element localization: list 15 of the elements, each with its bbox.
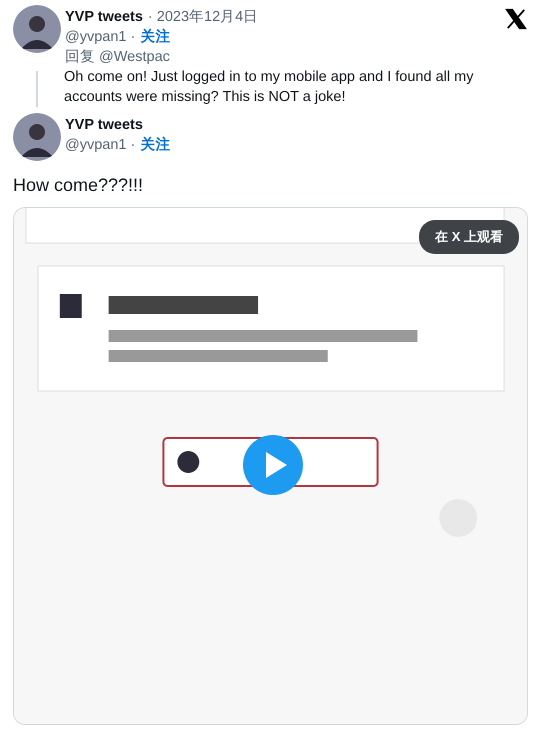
user-handle[interactable]: @yvpan1 ·	[65, 135, 136, 155]
avatar[interactable]	[13, 113, 61, 161]
tweet-text: How come???!!!	[12, 174, 144, 197]
x-logo-icon[interactable]	[505, 8, 527, 30]
tweet-text: Oh come on! Just logged in to my mobile app and I found all my accounts were missing? This is NOT a joke!	[64, 68, 474, 107]
play-button-icon[interactable]	[243, 435, 303, 495]
follow-link[interactable]: 关注	[140, 27, 170, 47]
author-name[interactable]: YVP tweets	[65, 7, 143, 27]
tweet-date[interactable]: · 2023年12月4日	[148, 7, 258, 27]
reply-to-label: 回复 @Westpac	[65, 48, 171, 67]
author-name[interactable]: YVP tweets	[65, 115, 143, 135]
follow-link[interactable]: 关注	[140, 135, 170, 155]
user-handle[interactable]: @yvpan1 ·	[65, 27, 136, 47]
watch-on-x-button[interactable]: 在 X 上观看	[419, 220, 519, 254]
avatar[interactable]	[13, 5, 61, 53]
